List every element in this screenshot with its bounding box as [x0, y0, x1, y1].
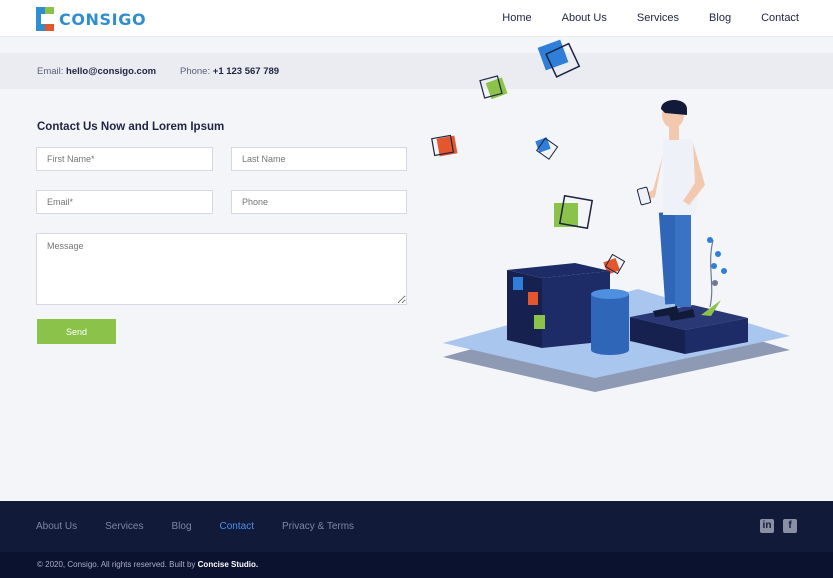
phone-value[interactable]: +1 123 567 789 — [213, 66, 279, 77]
floating-square-green — [479, 75, 508, 100]
email-field[interactable] — [36, 190, 213, 214]
facebook-icon[interactable]: f — [783, 519, 797, 533]
floating-square-orange — [431, 134, 458, 157]
logo-text: CONSIGO — [59, 9, 147, 29]
nav-about-us[interactable]: About Us — [562, 12, 607, 24]
site-header: CONSIGO Home About Us Services Blog Cont… — [0, 0, 833, 37]
studio-link[interactable]: Concise Studio. — [198, 560, 258, 569]
message-field[interactable] — [36, 233, 407, 305]
last-name-field[interactable] — [231, 147, 407, 171]
footer-link-privacy-terms[interactable]: Privacy & Terms — [282, 521, 354, 532]
email-value[interactable]: hello@consigo.com — [66, 66, 156, 77]
nav-home[interactable]: Home — [502, 12, 531, 24]
logo-mark-icon — [36, 7, 55, 31]
email-label: Email: — [37, 66, 64, 77]
footer-link-about-us[interactable]: About Us — [36, 521, 77, 532]
copyright-prefix: © 2020, Consigo. All rights reserved. Bu… — [37, 560, 196, 569]
nav-blog[interactable]: Blog — [709, 12, 731, 24]
footer-link-contact[interactable]: Contact — [220, 521, 254, 532]
form-title: Contact Us Now and Lorem Ipsum — [37, 121, 225, 133]
first-name-field[interactable] — [36, 147, 213, 171]
nav-contact[interactable]: Contact — [759, 12, 801, 26]
floating-square-green-large — [554, 194, 594, 230]
email-info: Email: hello@consigo.com — [37, 66, 156, 77]
copyright-bar: © 2020, Consigo. All rights reserved. Bu… — [0, 552, 833, 578]
phone-info: Phone: +1 123 567 789 — [180, 66, 279, 77]
contact-illustration — [431, 39, 790, 392]
phone-field[interactable] — [231, 190, 407, 214]
plant-decoration — [701, 237, 727, 316]
footer-nav: About Us Services Blog Contact Privacy &… — [36, 521, 382, 532]
linkedin-icon[interactable]: in — [760, 519, 774, 533]
cylinder-block — [591, 289, 629, 355]
footer-link-services[interactable]: Services — [105, 521, 143, 532]
main-nav: Home About Us Services Blog Contact — [472, 12, 801, 26]
logo[interactable]: CONSIGO — [36, 7, 146, 31]
phone-label: Phone: — [180, 66, 211, 77]
person-figure — [636, 100, 705, 321]
floating-square-blue-small — [535, 137, 559, 160]
send-button[interactable]: Send — [37, 319, 116, 344]
nav-services[interactable]: Services — [637, 12, 679, 24]
copyright-text: © 2020, Consigo. All rights reserved. Bu… — [37, 560, 258, 569]
site-footer: About Us Services Blog Contact Privacy &… — [0, 501, 833, 552]
footer-link-blog[interactable]: Blog — [172, 521, 192, 532]
floating-square-blue-large — [537, 39, 581, 78]
